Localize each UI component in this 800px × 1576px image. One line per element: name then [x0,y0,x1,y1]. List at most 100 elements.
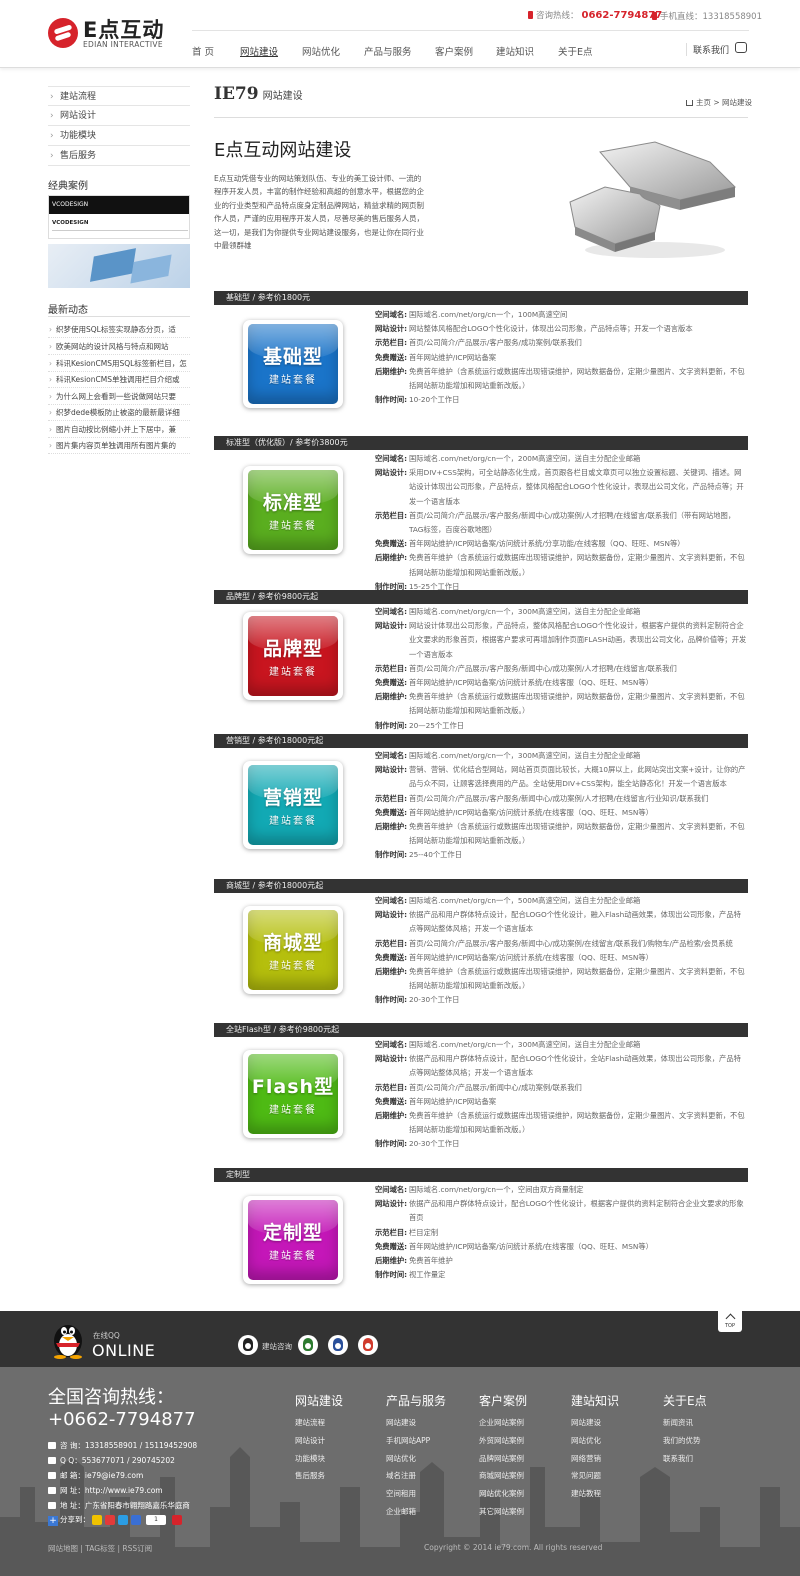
spec-row: 空间域名: 国际域名.com/net/org/cn一个，200M高速空间，送自主分… [375,452,748,466]
footer-link[interactable]: 售后服务 [295,1470,325,1481]
footer-link[interactable]: 网站建设 [571,1417,601,1428]
nav-knowledge[interactable]: 建站知识 [496,44,534,58]
footer-link[interactable]: 网络营销 [571,1453,601,1464]
footer-link[interactable]: 新闻资讯 [663,1417,693,1428]
contact-email[interactable]: 邮 箱：ie79@ie79.com [48,1470,143,1481]
sidebar-item-modules[interactable]: 功能模块 [48,126,190,146]
qq-icon[interactable] [298,1335,318,1355]
news-item[interactable]: 欧美网站的设计风格与特点和网站 [48,339,190,355]
sidebar-item-design[interactable]: 网站设计 [48,106,190,126]
package-badge[interactable]: 基础型 建站套餐 [243,320,343,408]
spec-value: 首页/公司简介/产品展示/客户服务/新闻中心/成功案例/人才招聘/在线留言/联系… [409,510,736,535]
renren-share-icon[interactable] [131,1515,141,1525]
nav-contact-us[interactable]: 联系我们 [686,43,729,56]
nav-cases[interactable]: 客户案例 [435,44,473,58]
footer-link[interactable]: 常见问题 [571,1470,601,1481]
package-badge[interactable]: Flash型 建站套餐 [243,1050,343,1138]
contact-website-text[interactable]: 网 址：http://www.ie79.com [60,1486,163,1495]
footer-link[interactable]: 网站设计 [295,1435,325,1446]
news-item[interactable]: 科讯KesionCMS用SQL标签新栏目，怎 [48,356,190,372]
footer-col-title[interactable]: 网站建设 [295,1392,343,1409]
nav-seo[interactable]: 网站优化 [302,44,340,58]
share-bar: + 分享到： [48,1514,90,1526]
package-badge[interactable]: 商城型 建站套餐 [243,906,343,994]
share-label[interactable]: 分享到： [60,1515,90,1524]
package-badge-face: 基础型 建站套餐 [248,324,338,404]
case-thumbnail-1[interactable]: VCODESIGN VCODESIGN [48,195,190,239]
spec-label: 网站设计: [375,1054,408,1064]
spec-value: 网站设计体现出公司形象，产品特点，整体风格配合LOGO个性化设计，根据客户提供的… [409,621,747,659]
nav-website-building[interactable]: 网站建设 [240,44,278,58]
footer-col-title[interactable]: 客户案例 [479,1392,527,1409]
footer-bottom-links[interactable]: 网站地图 | TAG标签 | RSS订阅 [48,1543,152,1554]
footer-link[interactable]: 我们的优势 [663,1435,701,1446]
qq-icon[interactable] [358,1335,378,1355]
chat-bubble-icon[interactable] [735,42,747,53]
footer-link[interactable]: 建站教程 [571,1488,601,1499]
qq-consult-icon[interactable] [238,1335,258,1355]
spec-row: 制作时间: 20-30个工作日 [375,1137,748,1151]
badge-subtitle: 建站套餐 [269,1251,317,1262]
news-item[interactable]: 科讯KesionCMS单独调用栏目介绍或 [48,372,190,388]
nav-home[interactable]: 首 页 [192,44,214,58]
footer-link[interactable]: 联系我们 [663,1453,693,1464]
news-item[interactable]: 图片集内容页单独调用所有图片集的 [48,438,190,454]
logo-icon[interactable] [48,18,78,48]
tencent-share-icon[interactable] [118,1515,128,1525]
footer-link[interactable]: 企业邮箱 [386,1506,416,1517]
sidebar-item-aftersales[interactable]: 售后服务 [48,146,190,166]
spec-row: 示范栏目: 首页/公司简介/产品展示/客户服务/新闻中心/成功案例/在线留言/联系… [375,937,748,951]
news-item[interactable]: 为什么网上会看到一些说做网站只要 [48,389,190,405]
contact-email-text[interactable]: 邮 箱：ie79@ie79.com [60,1471,143,1480]
footer-link[interactable]: 网站优化 [571,1435,601,1446]
footer-link[interactable]: 空间租用 [386,1488,416,1499]
spec-row: 免费赠送: 首年网站维护/ICP网站备案/访问统计系统/在线客服（QQ、旺旺、MS… [375,806,748,820]
package-badge[interactable]: 营销型 建站套餐 [243,761,343,849]
footer-link[interactable]: 功能模块 [295,1453,325,1464]
spec-row: 网站设计: 网站设计体现出公司形象，产品特点，整体风格配合LOGO个性化设计，根据… [375,619,748,662]
footer-link[interactable]: 网站优化 [386,1453,416,1464]
weibo-share-icon[interactable] [105,1515,115,1525]
footer-link[interactable]: 手机网站APP [386,1435,430,1446]
nav-products-services[interactable]: 产品与服务 [364,44,412,58]
footer-link[interactable]: 网站建设 [386,1417,416,1428]
footer-link[interactable]: 企业网站案例 [479,1417,524,1428]
qq-icon[interactable] [328,1335,348,1355]
hotline-label: 咨询热线： [536,11,579,21]
qq-consult-label[interactable]: 建站咨询 [262,1341,292,1352]
spec-row: 免费赠送: 首年网站维护/ICP网站备案/访问统计系统/在线客服（QQ、旺旺、MS… [375,1240,748,1254]
share-more-icon[interactable] [172,1515,182,1525]
plus-icon[interactable]: + [48,1516,58,1526]
case-thumbnail-2[interactable] [48,244,190,288]
news-item[interactable]: 织梦dede模板防止被盗的最新最详细 [48,405,190,421]
spec-label: 空间域名: [375,751,408,760]
footer-col-title[interactable]: 产品与服务 [386,1392,446,1409]
package-badge[interactable]: 标准型 建站套餐 [243,466,343,554]
nav-about[interactable]: 关于E点 [558,44,593,58]
footer-link[interactable]: 网站优化案例 [479,1488,524,1499]
footer-link[interactable]: 商城网站案例 [479,1470,524,1481]
footer-link[interactable]: 建站流程 [295,1417,325,1428]
footer-col-title[interactable]: 建站知识 [571,1392,619,1409]
badge-subtitle: 建站套餐 [269,1105,317,1116]
spec-row: 制作时间: 20-30个工作日 [375,993,748,1007]
qzone-share-icon[interactable] [92,1515,102,1525]
footer-link[interactable]: 外贸网站案例 [479,1435,524,1446]
breadcrumb[interactable]: 主页 > 网站建设 [686,97,752,108]
package-badge[interactable]: 品牌型 建站套餐 [243,612,343,700]
logo-subtitle: EDIAN INTERACTIVE [83,40,163,49]
footer-link[interactable]: 域名注册 [386,1470,416,1481]
footer-link[interactable]: 品牌网站案例 [479,1453,524,1464]
sidebar-item-process[interactable]: 建站流程 [48,86,190,107]
contact-phone-text: 咨 询：13318558901 / 15119452908 [60,1441,198,1450]
package-badge[interactable]: 定制型 建站套餐 [243,1196,343,1284]
spec-row: 制作时间: 25--40个工作日 [375,848,748,862]
news-item[interactable]: 织梦使用SQL标签实现静态分页，适 [48,322,190,338]
contact-website[interactable]: 网 址：http://www.ie79.com [48,1485,163,1496]
breadcrumb-text[interactable]: 主页 > 网站建设 [696,98,752,107]
badge-subtitle: 建站套餐 [269,667,317,678]
news-item[interactable]: 图片自动按比例缩小并上下居中，兼 [48,422,190,438]
footer-col-title[interactable]: 关于E点 [663,1392,707,1409]
footer-link[interactable]: 其它网站案例 [479,1506,524,1517]
back-to-top-button[interactable]: TOP [718,1310,742,1332]
